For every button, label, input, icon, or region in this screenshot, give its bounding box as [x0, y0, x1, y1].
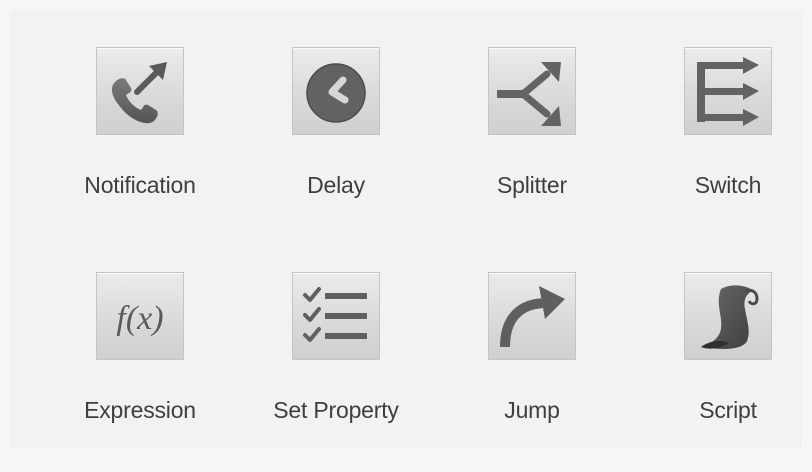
switch-branches-icon [697, 57, 759, 126]
clock-icon [306, 63, 366, 123]
phone-call-icon [111, 62, 167, 124]
palette-item-splitter[interactable]: Splitter [430, 47, 626, 247]
item-label: Notification [84, 172, 196, 198]
item-label: Set Property [273, 397, 399, 423]
checklist-icon [303, 287, 367, 342]
node-palette: Notification Delay Splitter Switch f(x) … [10, 10, 802, 447]
icon-tile[interactable] [488, 47, 576, 135]
curved-arrow-icon [500, 286, 565, 348]
item-label: Switch [694, 172, 762, 198]
icon-tile[interactable] [684, 272, 772, 360]
function-glyph: f(x) [116, 300, 163, 337]
icon-tile[interactable] [292, 272, 380, 360]
item-label: Expression [84, 397, 196, 423]
icon-tile[interactable] [96, 47, 184, 135]
palette-item-script[interactable]: Script [626, 272, 812, 472]
palette-item-switch[interactable]: Switch [626, 47, 812, 247]
icon-tile[interactable] [684, 47, 772, 135]
split-arrows-icon [497, 62, 561, 126]
palette-item-jump[interactable]: Jump [430, 272, 626, 472]
item-label: Jump [504, 397, 560, 423]
item-label: Script [699, 397, 757, 423]
scroll-icon [701, 285, 759, 349]
item-label: Splitter [497, 172, 567, 198]
icon-tile[interactable] [488, 272, 576, 360]
palette-item-set-property[interactable]: Set Property [234, 272, 430, 472]
palette-item-notification[interactable]: Notification [38, 47, 234, 247]
palette-item-delay[interactable]: Delay [234, 47, 430, 247]
palette-item-expression[interactable]: f(x) Expression [38, 272, 234, 472]
function-icon: f(x) [116, 300, 163, 337]
item-label: Delay [307, 172, 365, 198]
icon-tile[interactable]: f(x) [96, 272, 184, 360]
icon-tile[interactable] [292, 47, 380, 135]
